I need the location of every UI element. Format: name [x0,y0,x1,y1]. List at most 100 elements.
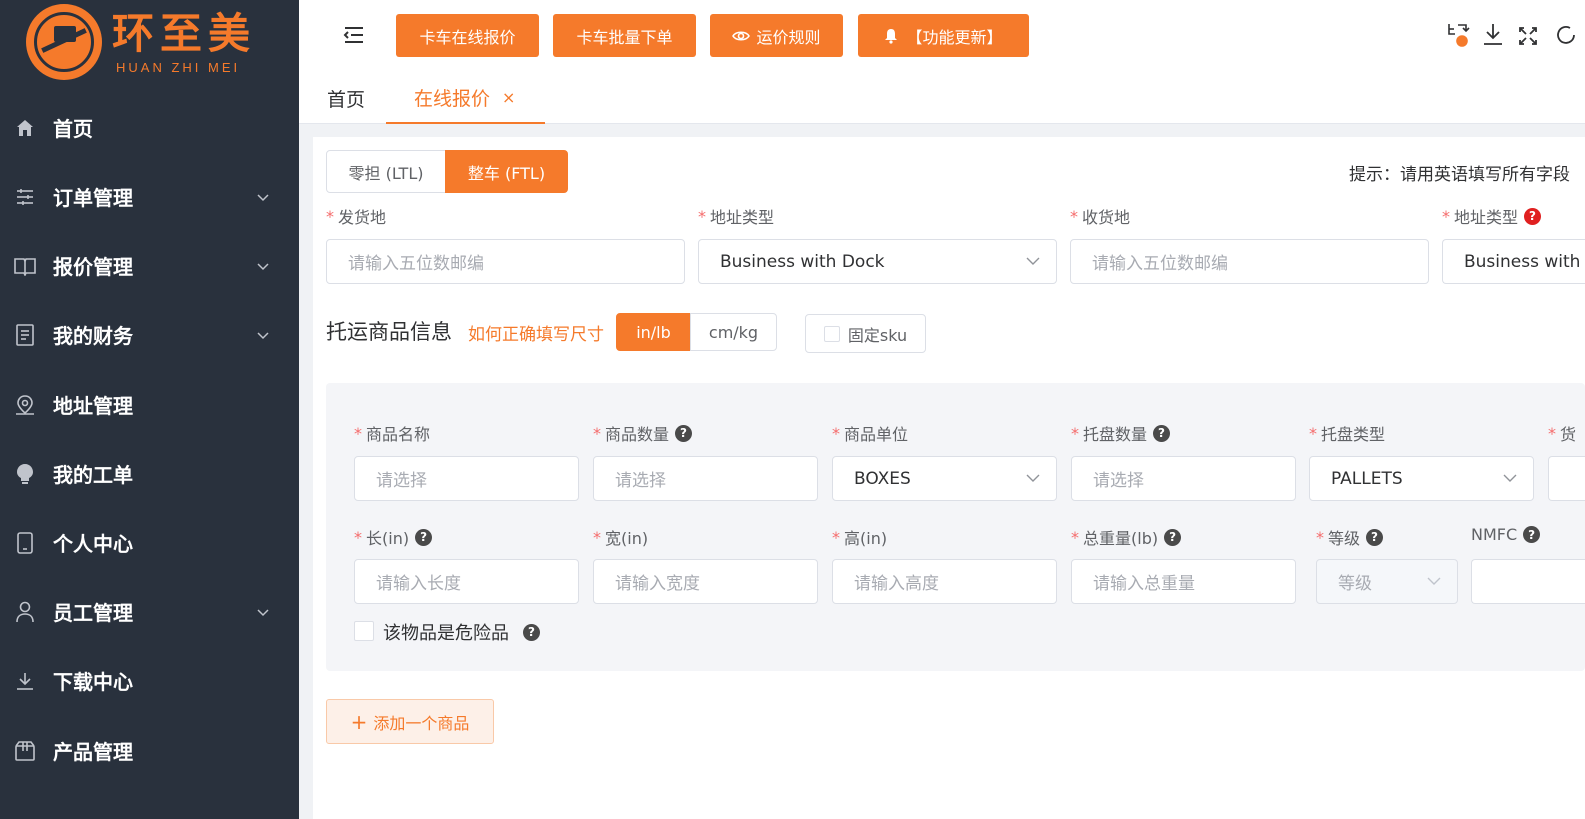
page-tabs: 首页 在线报价 × [299,72,1585,124]
checkbox-box [823,325,840,342]
origin-type-label: * 地址类型 [698,206,775,228]
sidebar-item-label: 订单管理 [53,186,133,210]
chevron-down-icon [1503,474,1517,482]
pallet-type-select[interactable]: PALLETS [1309,456,1534,501]
goods-unit-select[interactable]: BOXES [832,456,1057,501]
length-input[interactable]: 请输入长度 [354,559,579,604]
close-icon[interactable]: × [502,88,515,107]
top-navbar: 卡车在线报价 卡车批量下单 运价规则 【功能更新】 [299,0,1585,72]
sidebar-item-label: 首页 [53,117,93,141]
book-icon [14,255,36,277]
button-label: 【功能更新】 [906,29,1003,47]
hazmat-checkbox[interactable] [354,621,374,641]
dest-zip-input[interactable]: 请输入五位数邮编 [1070,239,1429,284]
hazmat-label: 该物品是危险品 ? [383,619,540,645]
grade-label: * 等级? [1316,525,1384,549]
goods-unit-label: * 商品单位 [832,423,909,445]
ltl-toggle[interactable]: 零担 (LTL) [326,150,446,193]
unit-imperial-toggle[interactable]: in/lb [616,313,691,351]
tab-home[interactable]: 首页 [327,72,365,124]
pallet-qty-input[interactable]: 请选择 [1071,456,1296,501]
sidebar-item-label: 个人中心 [53,532,133,556]
help-icon[interactable]: ? [1524,207,1542,225]
add-goods-button[interactable]: + 添加一个商品 [326,699,494,744]
size-guide-link[interactable]: 如何正确填写尺寸 [468,320,604,345]
origin-zip-input[interactable]: 请输入五位数邮编 [326,239,685,284]
button-label: 运价规则 [756,29,821,47]
english-hint: 提示：请用英语填写所有字段 [1349,165,1570,185]
goods-qty-input[interactable]: 请选择 [593,456,818,501]
help-icon[interactable]: ? [415,528,433,546]
sidebar-item-label: 员工管理 [53,601,133,625]
pallet-qty-label: * 托盘数量? [1071,421,1171,445]
help-icon[interactable]: ? [523,623,540,641]
truck-batch-order-button[interactable]: 卡车批量下单 [553,14,696,57]
goods-info-title: 托运商品信息 [326,320,452,344]
menu-fold-icon[interactable] [343,24,365,46]
origin-address-type-select[interactable]: Business with Dock [698,239,1057,284]
translate-icon[interactable] [1446,22,1470,48]
box-icon [14,740,36,762]
truck-online-quote-button[interactable]: 卡车在线报价 [396,14,539,57]
fullscreen-icon[interactable] [1516,22,1540,48]
bulb-icon [14,463,36,485]
goods-name-select[interactable]: 请选择 [354,456,579,501]
goods-qty-label: * 商品数量? [593,421,693,445]
home-icon [14,117,36,139]
plus-icon: + [350,709,368,734]
dest-label: * 收货地 [1070,206,1131,228]
freight-rules-button[interactable]: 运价规则 [710,14,843,57]
sidebar-item-products[interactable]: 产品管理 [0,716,299,785]
chevron-down-icon [1427,577,1441,585]
ftl-toggle[interactable]: 整车 (FTL) [445,150,568,193]
cut-off-input[interactable] [1548,456,1585,501]
toggle-label: 整车 (FTL) [467,163,546,183]
sidebar-item-label: 产品管理 [53,740,133,764]
sidebar-item-label: 我的财务 [53,324,133,348]
help-icon[interactable]: ? [1164,528,1182,546]
chevron-down-icon [257,193,269,201]
sidebar-item-tickets[interactable]: 我的工单 [0,439,299,508]
sidebar-item-staff[interactable]: 员工管理 [0,577,299,646]
weight-label: * 总重量(lb)? [1071,525,1182,549]
help-icon[interactable]: ? [675,424,693,442]
fixed-sku-checkbox[interactable]: 固定sku [805,314,926,353]
sidebar-item-quotes[interactable]: 报价管理 [0,231,299,300]
nmfc-input[interactable] [1471,559,1585,604]
chevron-down-icon [1026,474,1040,482]
download-icon[interactable] [1481,22,1505,48]
sidebar-item-home[interactable]: 首页 [0,93,299,162]
height-input[interactable]: 请输入高度 [832,559,1057,604]
help-icon[interactable]: ? [1366,528,1384,546]
width-input[interactable]: 请输入宽度 [593,559,818,604]
dest-address-type-select[interactable]: Business with Dock [1442,239,1585,284]
bell-icon [885,28,898,44]
brand-logo[interactable]: 环至美 HUAN ZHI MEI [26,4,266,80]
download-icon [14,670,36,692]
eye-icon [732,30,751,41]
logo-globe-icon [26,4,102,80]
sidebar-item-downloads[interactable]: 下载中心 [0,646,299,715]
grade-select[interactable]: 等级 [1316,559,1458,604]
origin-label: * 发货地 [326,206,387,228]
help-icon[interactable]: ? [1153,424,1171,442]
pallet-type-label: * 托盘类型 [1309,423,1386,445]
chevron-down-icon [1026,257,1040,265]
unit-metric-toggle[interactable]: cm/kg [690,313,777,351]
tab-online-quote[interactable]: 在线报价 × [386,72,545,124]
user-icon [14,601,36,623]
sidebar-item-label: 报价管理 [53,255,133,279]
help-icon[interactable]: ? [1523,526,1541,543]
weight-input[interactable]: 请输入总重量 [1071,559,1296,604]
sidebar-item-label: 地址管理 [53,394,133,418]
feature-update-button[interactable]: 【功能更新】 [858,14,1029,57]
sidebar-item-label: 我的工单 [53,463,133,487]
sidebar: 环至美 HUAN ZHI MEI 首页 订单管理 报价管理 我的财务 地址管理 [0,0,299,819]
sidebar-item-orders[interactable]: 订单管理 [0,162,299,231]
sidebar-item-address[interactable]: 地址管理 [0,370,299,439]
sidebar-item-profile[interactable]: 个人中心 [0,508,299,577]
refresh-icon[interactable] [1554,22,1578,48]
button-label: 卡车在线报价 [419,29,516,47]
sidebar-item-finance[interactable]: 我的财务 [0,300,299,369]
tab-label: 在线报价 [414,87,491,110]
